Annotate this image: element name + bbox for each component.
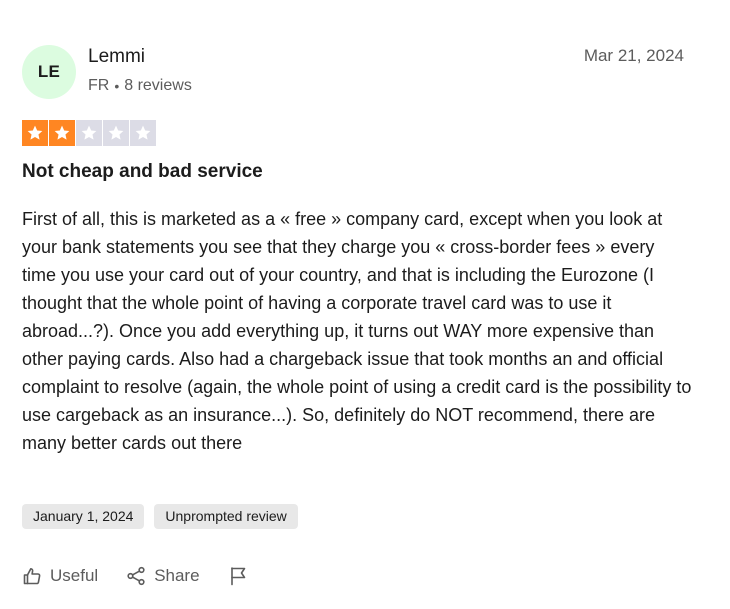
experience-date-badge: January 1, 2024 bbox=[22, 504, 145, 529]
review-title[interactable]: Not cheap and bad service bbox=[22, 161, 263, 183]
thumbs-up-icon bbox=[23, 568, 41, 585]
reviewer-country: FR bbox=[88, 77, 110, 94]
star-filled-icon bbox=[49, 120, 75, 146]
share-icon bbox=[127, 566, 145, 586]
reviewer-review-count: 8 reviews bbox=[124, 77, 192, 94]
star-rating bbox=[22, 120, 156, 146]
star-empty-icon bbox=[103, 120, 129, 146]
unprompted-review-badge[interactable]: Unprompted review bbox=[154, 504, 298, 529]
avatar-initials: LE bbox=[37, 62, 61, 81]
star-empty-icon bbox=[76, 120, 102, 146]
share-label: Share bbox=[154, 566, 200, 585]
review-tags: January 1, 2024 Unprompted review bbox=[22, 504, 298, 529]
useful-button[interactable]: Useful bbox=[22, 566, 98, 586]
star-filled-icon bbox=[22, 120, 48, 146]
review-card: LE Lemmi FR • 8 reviews Mar 21, 2024 Not… bbox=[0, 0, 730, 609]
avatar[interactable]: LE bbox=[22, 45, 76, 99]
reviewer-meta: FR • 8 reviews bbox=[88, 77, 192, 95]
reviewer-name[interactable]: Lemmi bbox=[88, 46, 145, 68]
star-empty-icon bbox=[130, 120, 156, 146]
useful-label: Useful bbox=[50, 566, 99, 585]
review-actions: Useful Share bbox=[22, 566, 276, 586]
review-body: First of all, this is marketed as a « fr… bbox=[22, 209, 692, 453]
review-date: Mar 21, 2024 bbox=[583, 46, 684, 65]
report-button[interactable] bbox=[228, 566, 248, 586]
flag-icon bbox=[230, 567, 245, 586]
share-button[interactable]: Share bbox=[126, 566, 200, 586]
separator-dot: • bbox=[114, 78, 120, 94]
